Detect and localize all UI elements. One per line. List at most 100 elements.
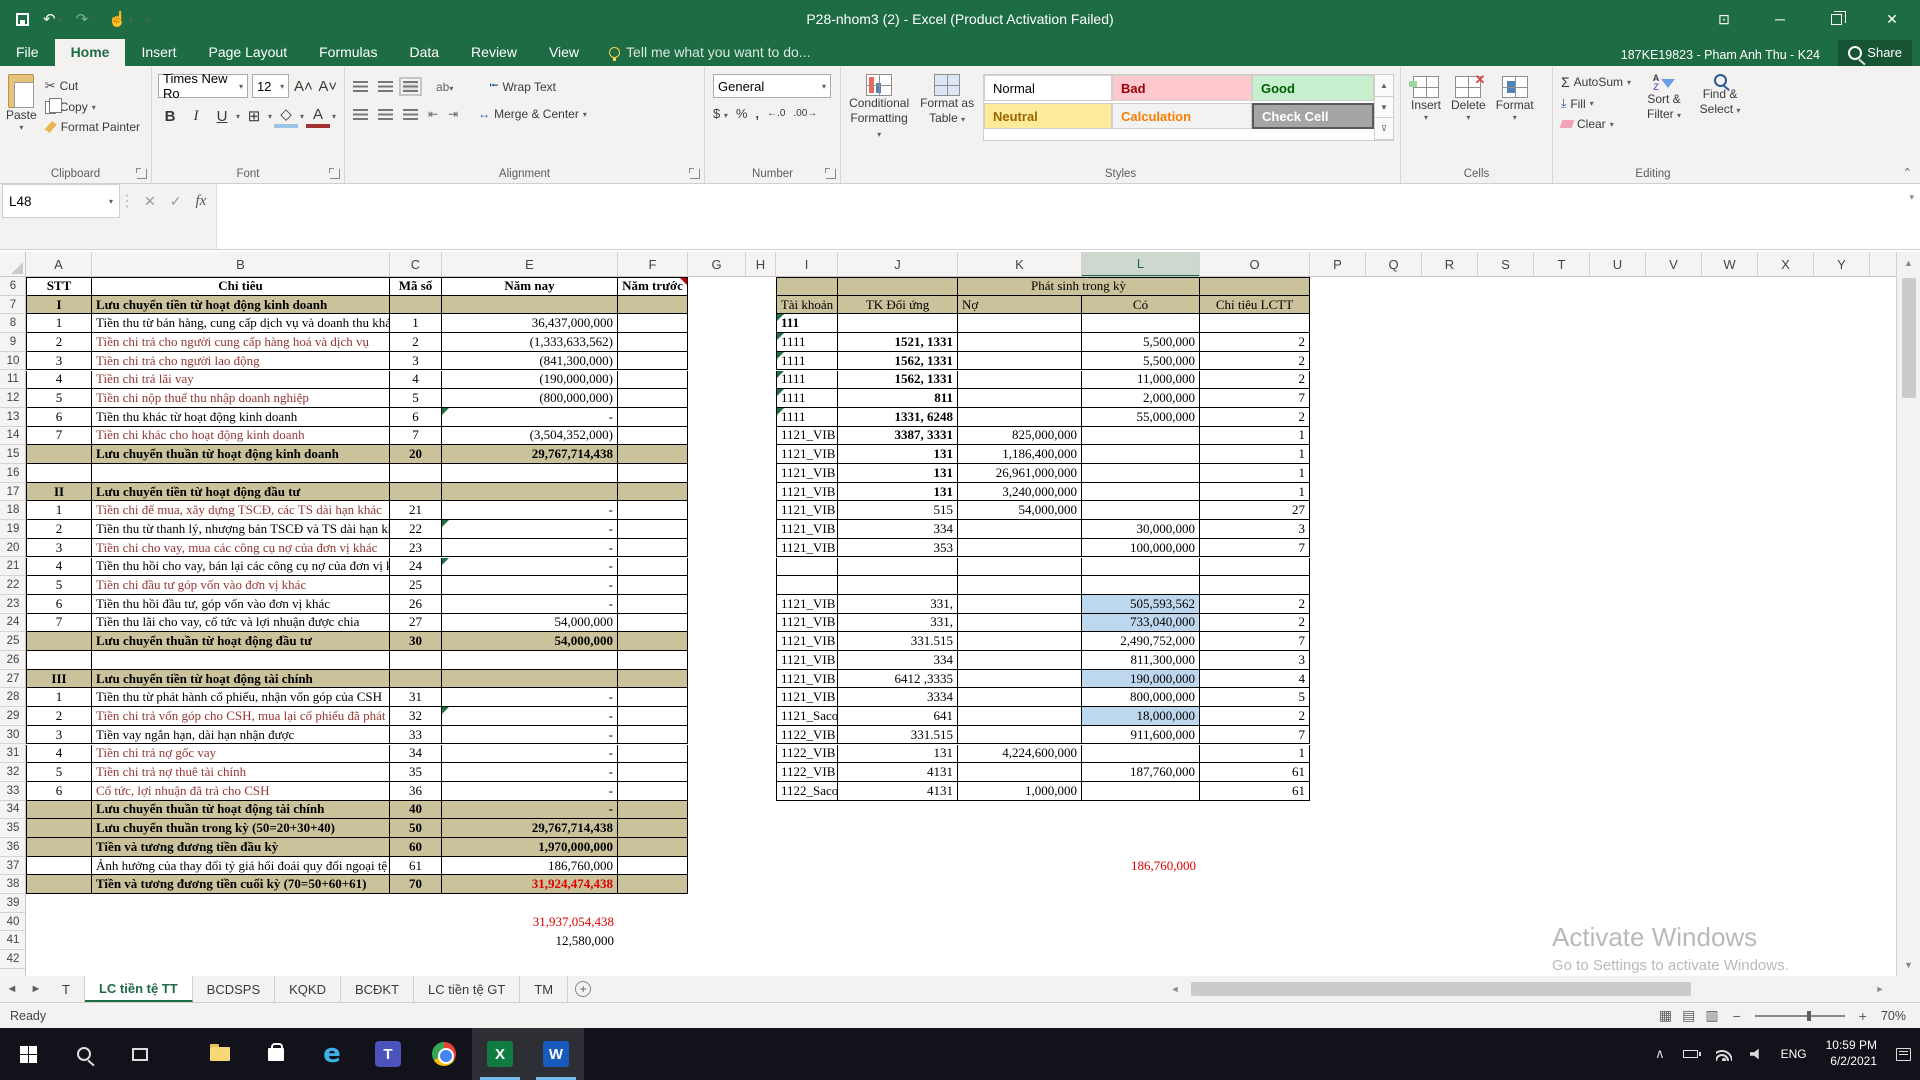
cell-J22[interactable] <box>838 576 958 595</box>
cell-J28[interactable]: 3334 <box>838 688 958 707</box>
format-painter-button[interactable]: Format Painter <box>45 120 140 134</box>
cell-F24[interactable] <box>618 614 688 633</box>
cell-F35[interactable] <box>618 819 688 838</box>
cell-K33[interactable]: 1,000,000 <box>958 782 1082 801</box>
cell-K19[interactable] <box>958 520 1082 539</box>
cell-K7[interactable]: Nợ <box>958 296 1082 315</box>
cell-F31[interactable] <box>618 745 688 764</box>
cell-K9[interactable] <box>958 333 1082 352</box>
cell-I15[interactable]: 1121_VIB <box>776 445 838 464</box>
row-header-39[interactable]: 39 <box>0 894 26 913</box>
cell-O6[interactable] <box>1200 277 1310 296</box>
cell-J17[interactable]: 131 <box>838 483 958 502</box>
cell-A10[interactable]: 3 <box>26 352 92 371</box>
cell-A28[interactable]: 1 <box>26 688 92 707</box>
cell-E25[interactable]: 54,000,000 <box>442 632 618 651</box>
cell-K20[interactable] <box>958 539 1082 558</box>
cell-I25[interactable]: 1121_VIB <box>776 632 838 651</box>
sheet-tab-bcdsps[interactable]: BCDSPS <box>193 976 275 1002</box>
sheet-tab-tm[interactable]: TM <box>520 976 568 1002</box>
cell-B35[interactable]: Lưu chuyển thuần trong kỳ (50=20+30+40) <box>92 819 390 838</box>
column-header-W[interactable]: W <box>1702 252 1758 277</box>
cell-I13[interactable]: 1111 <box>776 408 838 427</box>
cell-L19[interactable]: 30,000,000 <box>1082 520 1200 539</box>
sheet-tab-lc-tiền-tệ-tt[interactable]: LC tiền tệ TT <box>85 976 193 1002</box>
cell-B38[interactable]: Tiền và tương đương tiền cuối kỳ (70=50+… <box>92 875 390 894</box>
cell-B7[interactable]: Lưu chuyển tiền từ hoạt động kinh doanh <box>92 296 390 315</box>
cell-B26[interactable] <box>92 651 390 670</box>
cell-I11[interactable]: 1111 <box>776 371 838 390</box>
cell-A32[interactable]: 5 <box>26 763 92 782</box>
cell-I17[interactable]: 1121_VIB <box>776 483 838 502</box>
cancel-formula-icon[interactable]: ✕ <box>144 193 156 210</box>
cell-L10[interactable]: 5,500,000 <box>1082 352 1200 371</box>
cell-E7[interactable] <box>442 296 618 315</box>
number-dialog-launcher[interactable] <box>826 169 836 179</box>
cell-F29[interactable] <box>618 707 688 726</box>
cell-C30[interactable]: 33 <box>390 726 442 745</box>
cell-E16[interactable] <box>442 464 618 483</box>
zoom-in-icon[interactable]: + <box>1855 1008 1871 1024</box>
customize-qat-icon[interactable]: ▾ <box>147 15 151 24</box>
cell-C8[interactable]: 1 <box>390 314 442 333</box>
bold-button[interactable]: B <box>158 104 182 128</box>
cell-E28[interactable]: - <box>442 688 618 707</box>
cell-I8[interactable]: 111 <box>776 314 838 333</box>
cell-E27[interactable] <box>442 670 618 689</box>
column-header-X[interactable]: X <box>1758 252 1814 277</box>
cell-K16[interactable]: 26,961,000,000 <box>958 464 1082 483</box>
cell-L37[interactable]: 186,760,000 <box>1082 857 1200 876</box>
scroll-left-icon[interactable]: ◄ <box>1165 984 1185 994</box>
cell-C31[interactable]: 34 <box>390 745 442 764</box>
cell-B11[interactable]: Tiền chi trả lãi vay <box>92 371 390 390</box>
cell-I14[interactable]: 1121_VIB <box>776 427 838 446</box>
cell-E41[interactable]: 12,580,000 <box>442 932 618 951</box>
language-indicator[interactable]: ENG <box>1772 1028 1816 1080</box>
cell-E21[interactable]: - <box>442 558 618 577</box>
cell-E22[interactable]: - <box>442 576 618 595</box>
orientation-icon[interactable]: ab▾ <box>436 80 453 94</box>
cell-F11[interactable] <box>618 371 688 390</box>
increase-decimal-icon[interactable]: ←.0 <box>767 108 785 119</box>
cell-A17[interactable]: II <box>26 483 92 502</box>
ribbon-display-options-icon[interactable]: ⊡ <box>1696 0 1752 38</box>
merge-center-button[interactable]: ↔Merge & Center▾ <box>478 107 587 121</box>
cell-F20[interactable] <box>618 539 688 558</box>
cell-J12[interactable]: 811 <box>838 389 958 408</box>
cell-O18[interactable]: 27 <box>1200 501 1310 520</box>
cell-C35[interactable]: 50 <box>390 819 442 838</box>
page-layout-view-icon[interactable]: ▤ <box>1682 1007 1695 1024</box>
cell-I29[interactable]: 1121_Sacom <box>776 707 838 726</box>
decrease-indent-icon[interactable]: ⇤ <box>428 107 438 121</box>
cell-K12[interactable] <box>958 389 1082 408</box>
cell-I21[interactable] <box>776 558 838 577</box>
cell-E8[interactable]: 36,437,000,000 <box>442 314 618 333</box>
cell-A16[interactable] <box>26 464 92 483</box>
cell-A8[interactable]: 1 <box>26 314 92 333</box>
cell-B29[interactable]: Tiền chi trả vốn góp cho CSH, mua lại cổ… <box>92 707 390 726</box>
cell-L27[interactable]: 190,000,000 <box>1082 670 1200 689</box>
column-header-B[interactable]: B <box>92 252 390 277</box>
cell-B8[interactable]: Tiền thu từ bán hàng, cung cấp dịch vụ v… <box>92 314 390 333</box>
cell-C14[interactable]: 7 <box>390 427 442 446</box>
tab-insert[interactable]: Insert <box>125 39 192 66</box>
cell-L32[interactable]: 187,760,000 <box>1082 763 1200 782</box>
sheet-nav-right-icon[interactable]: ► <box>24 976 48 1002</box>
cell-B25[interactable]: Lưu chuyển thuần từ hoạt động đầu tư <box>92 632 390 651</box>
cell-A29[interactable]: 2 <box>26 707 92 726</box>
edge-button[interactable]: e <box>304 1028 360 1080</box>
column-header-G[interactable]: G <box>688 252 746 277</box>
cell-C36[interactable]: 60 <box>390 838 442 857</box>
cell-J24[interactable]: 331, <box>838 614 958 633</box>
cell-C11[interactable]: 4 <box>390 371 442 390</box>
cell-A30[interactable]: 3 <box>26 726 92 745</box>
tab-file[interactable]: File <box>0 39 55 66</box>
align-bottom-icon[interactable] <box>403 81 418 92</box>
battery-icon[interactable] <box>1674 1028 1707 1080</box>
row-header-29[interactable]: 29 <box>0 707 26 726</box>
cell-K10[interactable] <box>958 352 1082 371</box>
horizontal-scroll-thumb[interactable] <box>1191 982 1691 996</box>
cell-O32[interactable]: 61 <box>1200 763 1310 782</box>
cell-L16[interactable] <box>1082 464 1200 483</box>
cell-A11[interactable]: 4 <box>26 371 92 390</box>
